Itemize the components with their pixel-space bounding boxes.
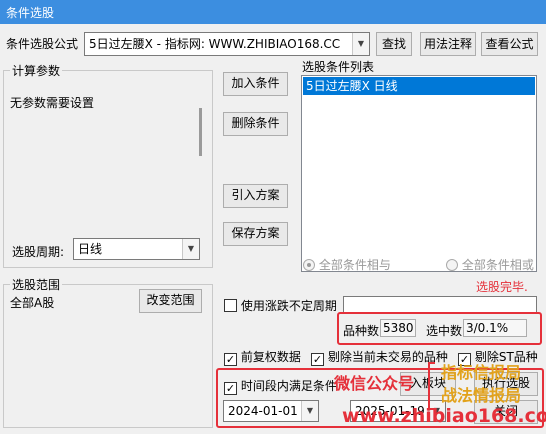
import-plan-button[interactable]: 引入方案 — [223, 184, 288, 208]
variable-period-option[interactable]: 使用涨跌不定周期 — [224, 297, 337, 314]
watermark-wechat: 微信公众号 — [334, 374, 415, 393]
period-label: 选股周期: — [12, 245, 65, 259]
conditions-title: 选股条件列表 — [302, 60, 375, 74]
checkbox-adjusted[interactable]: ✓ — [224, 353, 237, 366]
checkbox-variable-period[interactable] — [224, 299, 237, 312]
view-formula-button[interactable]: 查看公式 — [481, 32, 538, 56]
radio-or[interactable] — [446, 259, 458, 271]
logic-and-label: 全部条件相与 — [318, 258, 391, 272]
params-title: 计算参数 — [10, 62, 63, 79]
save-plan-button[interactable]: 保存方案 — [223, 222, 288, 246]
watermark-line1: 指标信报局 — [441, 363, 522, 382]
change-scope-button[interactable]: 改变范围 — [139, 289, 202, 313]
variable-period-label: 使用涨跌不定周期 — [240, 299, 337, 313]
checkbox-exclude-untraded[interactable]: ✓ — [311, 353, 324, 366]
adjusted-label: 前复权数据 — [240, 350, 301, 364]
scope-title: 选股范围 — [10, 276, 63, 293]
scope-value: 全部A股 — [10, 296, 55, 310]
delete-condition-button[interactable]: 删除条件 — [223, 112, 288, 136]
window-titlebar: 条件选股 — [0, 0, 546, 24]
status-text: 选股完毕. — [476, 280, 528, 294]
add-condition-button[interactable]: 加入条件 — [223, 72, 288, 96]
watermark-bracket — [428, 362, 435, 410]
conditions-list[interactable]: 5日过左腰X 日线 — [301, 75, 537, 272]
condition-item-label: 5日过左腰X 日线 — [306, 79, 398, 93]
logic-or-label: 全部条件相或 — [461, 258, 534, 272]
watermark-site: www.zhibiao168.com — [342, 405, 546, 427]
window-title: 条件选股 — [6, 6, 55, 20]
formula-label: 条件选股公式 — [6, 37, 79, 51]
params-text: 无参数需要设置 — [10, 96, 95, 110]
usage-button[interactable]: 用法注释 — [420, 32, 476, 56]
adjusted-option[interactable]: ✓ 前复权数据 — [224, 348, 301, 366]
highlight-counts-box — [337, 312, 542, 345]
watermark-line2: 战法情报局 — [441, 386, 522, 405]
dialog-body: 条件选股公式 5日过左腰X - 指标网: WWW.ZHIBIAO168.CC ▼… — [0, 24, 546, 434]
formula-value: 5日过左腰X - 指标网: WWW.ZHIBIAO168.CC — [89, 37, 341, 51]
list-item[interactable]: 5日过左腰X 日线 — [303, 77, 535, 95]
find-button[interactable]: 查找 — [376, 32, 412, 56]
chevron-down-icon[interactable]: ▼ — [352, 33, 369, 55]
period-select[interactable]: 日线 ▼ — [73, 238, 200, 260]
logic-and-option[interactable]: 全部条件相与 — [303, 256, 391, 273]
formula-select[interactable]: 5日过左腰X - 指标网: WWW.ZHIBIAO168.CC ▼ — [84, 32, 370, 56]
period-value: 日线 — [78, 242, 103, 256]
chevron-down-icon[interactable]: ▼ — [182, 239, 199, 259]
radio-and[interactable] — [303, 259, 315, 271]
params-scrollbar[interactable] — [199, 108, 202, 156]
logic-or-option[interactable]: 全部条件相或 — [446, 256, 534, 273]
